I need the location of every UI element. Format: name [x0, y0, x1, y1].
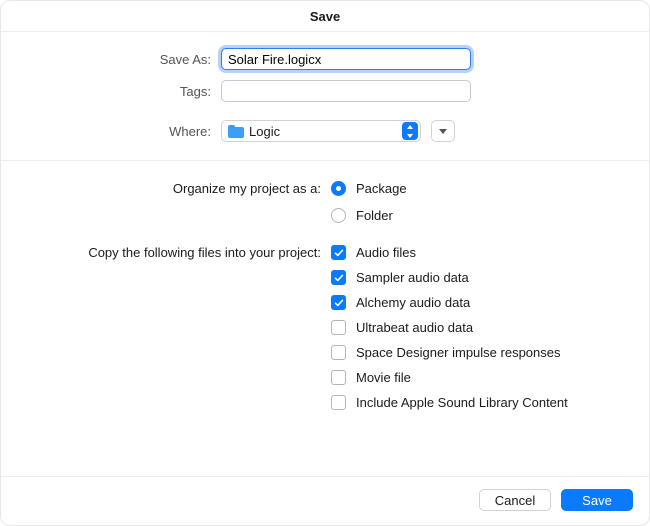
save-as-label: Save As: [1, 52, 211, 67]
copy-label: Copy the following files into your proje… [1, 245, 321, 260]
organize-radio-package[interactable] [331, 181, 346, 196]
copy-item-1-label: Sampler audio data [356, 270, 469, 285]
options-section: Organize my project as a: Package . Fold… [1, 161, 649, 432]
copy-item-0-label: Audio files [356, 245, 416, 260]
copy-checkbox-movie[interactable] [331, 370, 346, 385]
save-button[interactable]: Save [561, 489, 633, 511]
copy-checkbox-space-designer[interactable] [331, 345, 346, 360]
folder-icon [228, 125, 244, 138]
tags-input[interactable] [221, 80, 471, 102]
copy-row-4: . Space Designer impulse responses [1, 345, 649, 360]
copy-row-2: . Alchemy audio data [1, 295, 649, 310]
copy-item-5-label: Movie file [356, 370, 411, 385]
copy-checkbox-sound-library[interactable] [331, 395, 346, 410]
organize-package-label: Package [356, 181, 407, 196]
organize-folder-label: Folder [356, 208, 393, 223]
where-select[interactable]: Logic [221, 120, 421, 142]
dialog-body: Save As: Tags: Where: Logic [1, 32, 649, 476]
copy-item-2-label: Alchemy audio data [356, 295, 470, 310]
tags-row: Tags: [1, 80, 649, 102]
where-value: Logic [249, 124, 397, 139]
chevron-down-icon [439, 129, 447, 134]
file-fields-section: Save As: Tags: Where: Logic [1, 32, 649, 161]
organize-folder-row: . Folder [1, 208, 649, 223]
copy-checkbox-alchemy[interactable] [331, 295, 346, 310]
organize-package-row: Organize my project as a: Package [1, 181, 649, 196]
copy-row-6: . Include Apple Sound Library Content [1, 395, 649, 410]
copy-row-0: Copy the following files into your proje… [1, 245, 649, 260]
copy-item-3-label: Ultrabeat audio data [356, 320, 473, 335]
tags-label: Tags: [1, 84, 211, 99]
copy-checkbox-sampler[interactable] [331, 270, 346, 285]
copy-item-4-label: Space Designer impulse responses [356, 345, 561, 360]
organize-label: Organize my project as a: [1, 181, 321, 196]
copy-checkbox-audio-files[interactable] [331, 245, 346, 260]
dialog-title: Save [1, 1, 649, 32]
cancel-button[interactable]: Cancel [479, 489, 551, 511]
copy-row-5: . Movie file [1, 370, 649, 385]
copy-item-6-label: Include Apple Sound Library Content [356, 395, 568, 410]
expand-browser-button[interactable] [431, 120, 455, 142]
copy-row-3: . Ultrabeat audio data [1, 320, 649, 335]
dialog-footer: Cancel Save [1, 476, 649, 525]
where-stepper-icon [402, 122, 418, 140]
copy-checkbox-ultrabeat[interactable] [331, 320, 346, 335]
where-row: Where: Logic [1, 120, 649, 142]
where-label: Where: [1, 124, 211, 139]
save-as-row: Save As: [1, 48, 649, 70]
organize-radio-folder[interactable] [331, 208, 346, 223]
copy-row-1: . Sampler audio data [1, 270, 649, 285]
save-as-input[interactable] [221, 48, 471, 70]
